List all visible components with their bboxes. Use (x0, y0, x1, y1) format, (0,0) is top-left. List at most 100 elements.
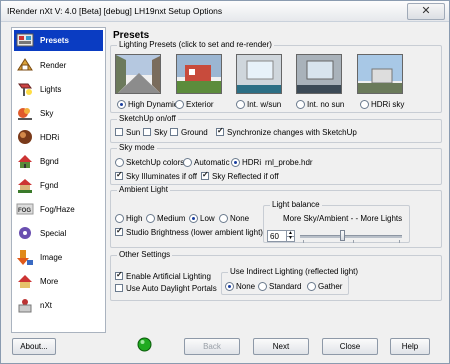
sidebar-item-lights[interactable]: Lights (14, 79, 103, 100)
sidebar-item-label: Image (40, 253, 63, 262)
sidebar-item-image[interactable]: Image (14, 247, 103, 268)
ambient-medium-radio[interactable] (146, 214, 155, 223)
indirect-gather-label: Gather (318, 282, 343, 291)
light-balance-stepper[interactable]: 60 ▲ ▼ (267, 230, 295, 242)
light-balance-slider-track[interactable] (300, 235, 402, 238)
sync-sketchup-label: Synchronize changes with SketchUp (227, 128, 357, 137)
ground-checkbox[interactable] (170, 128, 178, 136)
next-button[interactable]: Next (253, 338, 309, 355)
indirect-standard-radio[interactable] (258, 282, 267, 291)
indirect-none-label: None (236, 282, 256, 291)
sidebar: Presets Render Lights Sky HDRi Bgnd Fgnd… (11, 27, 106, 333)
sky-hdri-radio[interactable] (231, 158, 240, 167)
sidebar-item-hdri[interactable]: HDRi (14, 127, 103, 148)
stepper-down-arrow[interactable]: ▼ (286, 236, 294, 241)
preset-thumb-high-dynamic[interactable] (115, 54, 161, 94)
sidebar-item-nxt[interactable]: nXt (14, 295, 103, 316)
presets-icon (16, 33, 34, 47)
sky-automatic-label: Automatic (194, 158, 230, 167)
light-balance-caption: More Sky/Ambient - - More Lights (283, 214, 403, 223)
close-button[interactable]: Close (322, 338, 378, 355)
help-button[interactable]: Help (390, 338, 430, 355)
ambient-low-radio[interactable] (189, 214, 198, 223)
sidebar-item-label: nXt (40, 301, 53, 310)
indirect-lighting-legend: Use Indirect Lighting (reflected light) (228, 267, 361, 276)
sidebar-item-fgnd[interactable]: Fgnd (14, 175, 103, 196)
sidebar-item-label: Render (40, 61, 67, 70)
sidebar-item-more[interactable]: More (14, 271, 103, 292)
sky-checkbox[interactable] (143, 128, 151, 136)
ambient-none-radio[interactable] (219, 214, 228, 223)
sketchup-onoff-legend: SketchUp on/off (117, 114, 178, 123)
sidebar-item-render[interactable]: Render (14, 55, 103, 76)
sun-label: Sun (126, 128, 141, 137)
slider-tick (399, 240, 400, 243)
sidebar-item-label: Fog/Haze (40, 205, 75, 214)
ambient-high-radio[interactable] (115, 214, 124, 223)
sidebar-item-special[interactable]: Special (14, 223, 103, 244)
ambient-low-label: Low (200, 214, 215, 223)
slider-tick (353, 240, 354, 243)
sidebar-item-sky[interactable]: Sky (14, 103, 103, 124)
preset-thumb-int-w-sun[interactable] (236, 54, 282, 94)
sidebar-item-fog-haze[interactable]: FOG Fog/Haze (14, 199, 103, 220)
sidebar-item-label: Special (40, 229, 67, 238)
sidebar-item-presets[interactable]: Presets (14, 30, 103, 51)
artificial-lighting-label: Enable Artificial Lighting (126, 272, 211, 281)
daylight-portals-label: Use Auto Daylight Portals (126, 284, 217, 293)
image-icon (17, 250, 33, 265)
lights-icon (18, 83, 32, 96)
sky-reflected-checkbox[interactable] (201, 170, 209, 180)
indirect-none-radio[interactable] (225, 282, 234, 291)
back-button[interactable]: Back (184, 338, 240, 355)
sidebar-item-bgnd[interactable]: Bgnd (14, 151, 103, 172)
sky-icon (18, 108, 32, 120)
ambient-light-legend: Ambient Light (117, 185, 170, 194)
studio-brightness-label: Studio Brightness (lower ambient light) (126, 228, 263, 237)
preset-high-dynamic-label: High Dynamic (128, 100, 178, 109)
preset-thumb-hdri-sky[interactable] (357, 54, 403, 94)
artificial-lighting-checkbox[interactable] (115, 270, 123, 280)
special-icon (19, 227, 31, 239)
about-button[interactable]: About... (12, 338, 56, 355)
sky-illuminates-checkbox[interactable] (115, 170, 123, 180)
sidebar-item-label: Lights (40, 85, 62, 94)
preset-hdri-sky-radio[interactable] (360, 100, 369, 109)
ambient-none-label: None (230, 214, 250, 223)
sun-checkbox[interactable] (115, 128, 123, 136)
preset-int-w-sun-radio[interactable] (236, 100, 245, 109)
nxt-icon (18, 299, 32, 313)
sky-sketchup-colors-radio[interactable] (115, 158, 124, 167)
preset-exterior-label: Exterior (186, 100, 214, 109)
preset-high-dynamic-radio[interactable] (117, 100, 126, 109)
hdri-file-name: rnl_probe.hdr (265, 158, 313, 167)
sync-sketchup-checkbox[interactable] (216, 126, 224, 136)
ambient-medium-label: Medium (157, 214, 186, 223)
lighting-presets-legend: Lighting Presets (click to set and re-re… (117, 40, 274, 49)
studio-brightness-checkbox[interactable] (115, 226, 123, 236)
sky-automatic-radio[interactable] (183, 158, 192, 167)
sidebar-item-label: Fgnd (40, 181, 59, 190)
sidebar-item-label: Sky (40, 109, 54, 118)
preset-int-w-sun-label: Int. w/sun (247, 100, 282, 109)
close-window-button[interactable]: ✕ (407, 3, 445, 20)
title-bar: IRender nXt V: 4.0 [Beta] [debug] LH19nx… (1, 1, 449, 22)
preset-exterior-radio[interactable] (175, 100, 184, 109)
preset-thumb-exterior[interactable] (176, 54, 222, 94)
indirect-gather-radio[interactable] (307, 282, 316, 291)
ground-label: Ground (181, 128, 208, 137)
fog-icon-text: FOG (18, 208, 31, 214)
preset-int-no-sun-radio[interactable] (296, 100, 305, 109)
sidebar-item-label: Bgnd (40, 157, 59, 166)
render-icon (17, 58, 33, 71)
light-balance-slider-thumb[interactable] (339, 230, 345, 241)
sky-label: Sky (154, 128, 168, 137)
ambient-high-label: High (126, 214, 143, 223)
preset-thumb-int-no-sun[interactable] (296, 54, 342, 94)
sidebar-item-label: More (40, 277, 59, 286)
light-balance-legend: Light balance (270, 200, 322, 209)
slider-tick (303, 240, 304, 243)
fog-icon: FOG (16, 203, 34, 215)
sky-mode-legend: Sky mode (117, 143, 157, 152)
daylight-portals-checkbox[interactable] (115, 284, 123, 292)
